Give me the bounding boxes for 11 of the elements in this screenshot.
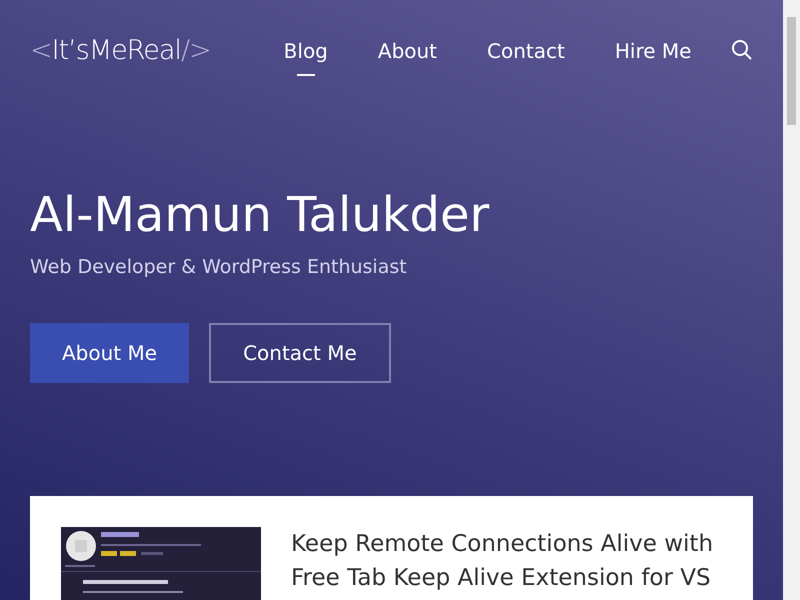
nav-link[interactable]: Contact (487, 36, 565, 76)
nav-link[interactable]: Hire Me (614, 36, 692, 76)
nav-link[interactable]: About (378, 36, 438, 76)
scrollbar-thumb[interactable] (787, 17, 796, 125)
hero-subtitle: Web Developer & WordPress Enthusiast (30, 256, 408, 278)
site-logo[interactable]: <It’sMeReal/> (30, 34, 211, 66)
nav-link[interactable]: Blog (284, 36, 328, 76)
contact-button[interactable]: Contact Me (209, 323, 391, 383)
hero-title: Al-Mamun Talukder (30, 186, 490, 245)
about-button[interactable]: About Me (30, 323, 190, 383)
search-icon[interactable] (731, 39, 753, 61)
